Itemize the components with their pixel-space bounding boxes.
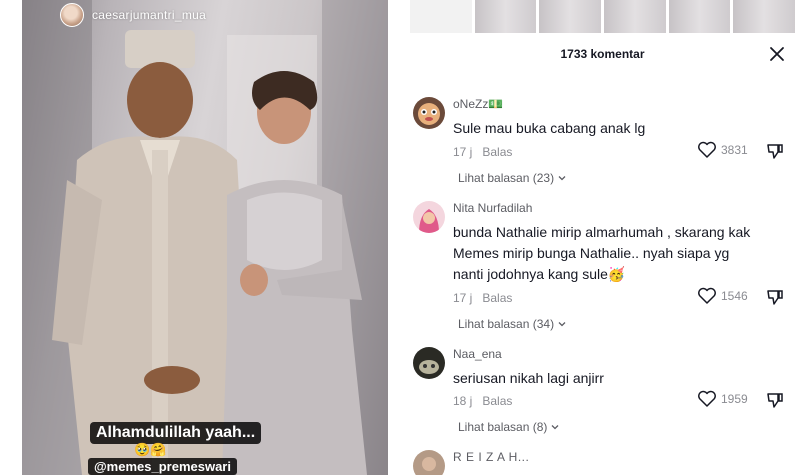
- comment-meta: 17 j Balas: [453, 291, 512, 305]
- like-count: 1546: [721, 289, 748, 303]
- uploader-avatar[interactable]: [60, 3, 84, 27]
- view-replies-label: Lihat balasan (34): [458, 317, 555, 331]
- comment-text: Sule mau buka cabang anak lg: [453, 120, 646, 136]
- thumbnail[interactable]: [539, 0, 602, 33]
- reply-button[interactable]: Balas: [482, 394, 512, 408]
- reply-button[interactable]: Balas: [482, 291, 512, 305]
- like-count: 3831: [721, 143, 748, 157]
- view-replies-label: Lihat balasan (8): [458, 420, 548, 434]
- like-count: 1959: [721, 392, 748, 406]
- comment-meta: 17 j Balas: [453, 145, 512, 159]
- comment-item: oNeZz💵 Sule mau buka cabang anak lg 17 j…: [413, 97, 793, 187]
- comment-time: 17 j: [453, 291, 473, 305]
- chevron-down-icon: [558, 322, 566, 327]
- like-button[interactable]: 1546: [697, 287, 748, 305]
- dislike-icon[interactable]: [766, 288, 784, 306]
- comment-item: Nita Nurfadilah bunda Nathalie mirip alm…: [413, 201, 793, 336]
- comment-username[interactable]: Naa_ena: [453, 347, 502, 361]
- comment-text: bunda Nathalie mirip almarhumah , skaran…: [453, 224, 751, 282]
- video-panel[interactable]: caesarjumantri_mua Alhamdulillah yaah...…: [0, 0, 405, 475]
- view-replies-button[interactable]: Lihat balasan (8): [458, 420, 560, 434]
- comment-text: seriusan nikah lagi anjirr: [453, 370, 604, 386]
- caption-line-1: Alhamdulillah yaah...: [90, 422, 262, 444]
- video-frame[interactable]: caesarjumantri_mua Alhamdulillah yaah...…: [22, 0, 388, 475]
- thumbnail[interactable]: [668, 0, 731, 33]
- heart-icon: [698, 287, 716, 304]
- view-replies-button[interactable]: Lihat balasan (34): [458, 317, 567, 331]
- like-button[interactable]: 1959: [697, 390, 748, 408]
- thumbnail[interactable]: [604, 0, 666, 33]
- dislike-icon[interactable]: [766, 142, 784, 160]
- avatar[interactable]: [413, 347, 445, 379]
- related-thumbnails: [410, 0, 796, 33]
- comment-username[interactable]: R E I Z A H...: [453, 450, 529, 464]
- comment-count-title: 1733 komentar: [560, 47, 645, 61]
- thumbnail[interactable]: [733, 0, 796, 33]
- avatar[interactable]: [413, 201, 445, 233]
- reply-button[interactable]: Balas: [482, 145, 512, 159]
- comments-panel: 1733 komentar oNeZz💵 Sule mau buka caban…: [405, 0, 800, 475]
- view-replies-label: Lihat balasan (23): [458, 171, 555, 185]
- comment-time: 18 j: [453, 394, 473, 408]
- comment-time: 17 j: [453, 145, 473, 159]
- uploader-handle[interactable]: caesarjumantri_mua: [92, 8, 206, 22]
- comment-item: Naa_ena seriusan nikah lagi anjirr 18 j B…: [413, 347, 793, 437]
- uploader[interactable]: caesarjumantri_mua: [60, 3, 206, 27]
- chevron-down-icon: [551, 425, 559, 430]
- comment-meta: 18 j Balas: [453, 394, 512, 408]
- dislike-icon[interactable]: [766, 391, 784, 409]
- comments-header: 1733 komentar: [405, 44, 800, 64]
- heart-icon: [698, 390, 716, 407]
- like-button[interactable]: 3831: [697, 141, 748, 159]
- caption-line-2: @memes_premeswari: [88, 458, 237, 475]
- comment-username[interactable]: Nita Nurfadilah: [453, 201, 532, 215]
- heart-icon: [698, 141, 716, 158]
- close-icon[interactable]: [769, 46, 785, 62]
- chevron-down-icon: [558, 176, 566, 181]
- video-caption: Alhamdulillah yaah...: [90, 422, 262, 444]
- avatar[interactable]: [413, 450, 445, 475]
- comment-item: R E I Z A H...: [413, 450, 793, 475]
- thumbnail[interactable]: [410, 0, 472, 33]
- thumbnail[interactable]: [474, 0, 537, 33]
- avatar[interactable]: [413, 97, 445, 129]
- view-replies-button[interactable]: Lihat balasan (23): [458, 171, 567, 185]
- comment-username[interactable]: oNeZz💵: [453, 97, 503, 111]
- caption-emojis: 🥹🤗: [134, 442, 167, 457]
- video-scene: [22, 0, 388, 475]
